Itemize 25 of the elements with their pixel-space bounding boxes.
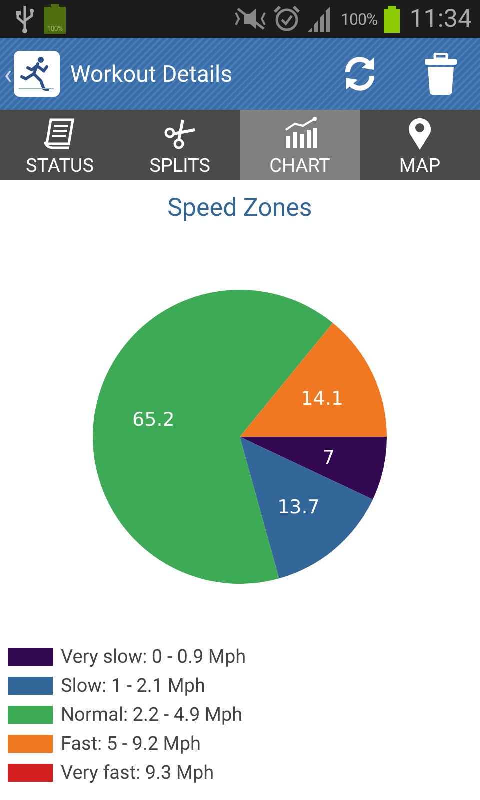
back-caret[interactable]: ‹ bbox=[4, 58, 12, 90]
legend-label: Fast: 5 - 9.2 Mph bbox=[61, 732, 202, 755]
slice-value: 7 bbox=[322, 446, 335, 469]
chart-title: Speed Zones bbox=[166, 194, 314, 224]
slice-value: 14.1 bbox=[301, 388, 344, 410]
tab[interactable]: SPLITS bbox=[120, 110, 240, 180]
battery-icon bbox=[382, 5, 401, 33]
clock-time: 11:34 bbox=[410, 4, 472, 34]
legend-label: Slow: 1 - 2.1 Mph bbox=[61, 674, 206, 697]
tab[interactable]: STATUS bbox=[0, 110, 120, 180]
tab[interactable]: MAP bbox=[360, 110, 480, 180]
mute-icon bbox=[234, 5, 268, 33]
slice-value: 65.2 bbox=[132, 408, 175, 431]
document-icon bbox=[43, 116, 77, 152]
tab[interactable]: CHART bbox=[240, 110, 360, 180]
battery-percentage: 100% bbox=[341, 10, 378, 28]
legend-label: Very fast: 9.3 Mph bbox=[61, 761, 214, 784]
slice-value: 13.7 bbox=[278, 496, 320, 519]
usb-icon bbox=[14, 4, 36, 34]
screen-title: Workout Details bbox=[70, 60, 232, 88]
legend-label: Normal: 2.2 - 4.9 Mph bbox=[61, 703, 243, 726]
legend-label: Very slow: 0 - 0.9 Mph bbox=[61, 645, 246, 668]
runner-logo-icon bbox=[14, 51, 60, 97]
trash-icon[interactable] bbox=[424, 53, 458, 95]
alarm-clock-icon bbox=[273, 5, 302, 33]
